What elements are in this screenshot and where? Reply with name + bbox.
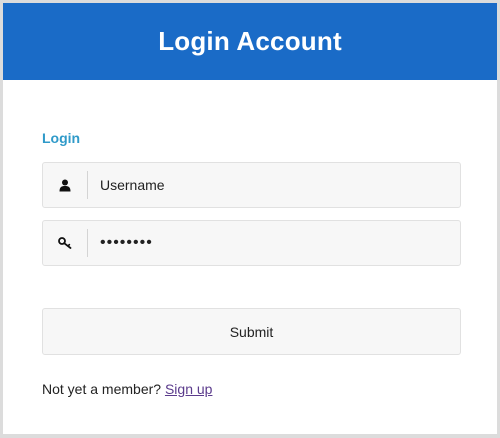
signup-link[interactable]: Sign up: [165, 381, 212, 397]
password-input[interactable]: [88, 221, 460, 265]
login-card: Login Account Login Submit: [3, 3, 497, 434]
user-icon: [43, 171, 88, 199]
signup-prompt-text: Not yet a member?: [42, 381, 162, 397]
submit-button[interactable]: Submit: [42, 308, 461, 355]
username-field[interactable]: [42, 162, 461, 208]
page-title: Login Account: [158, 26, 342, 56]
username-input[interactable]: [88, 163, 460, 207]
header-bar: Login Account: [3, 3, 497, 80]
signup-prompt: Not yet a member? Sign up: [42, 381, 212, 397]
password-field[interactable]: [42, 220, 461, 266]
key-icon: [43, 229, 88, 257]
section-label: Login: [42, 130, 81, 146]
